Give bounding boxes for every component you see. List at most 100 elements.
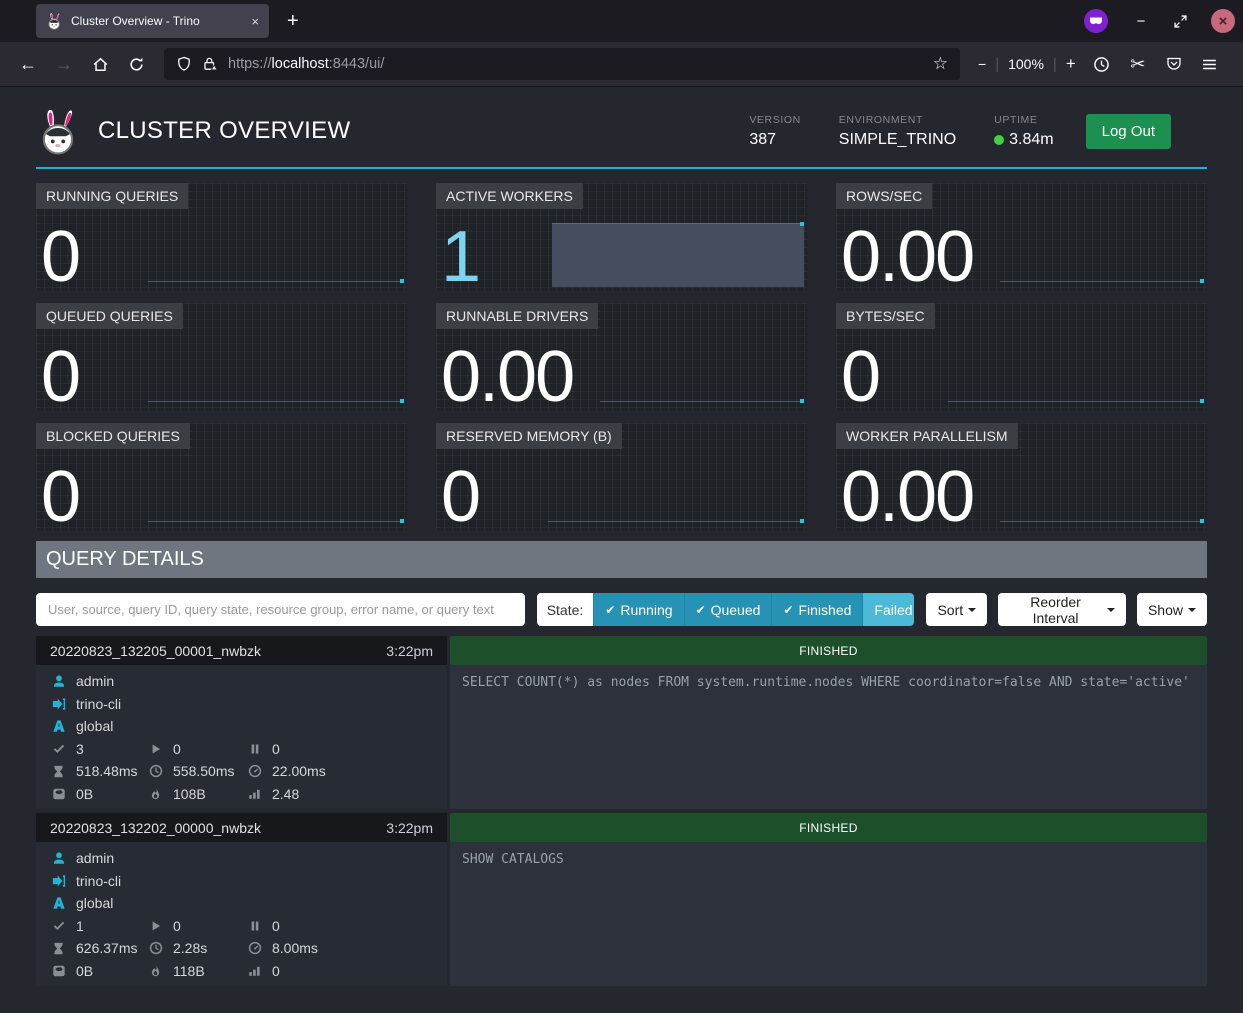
- stat-label: BLOCKED QUERIES: [36, 423, 190, 449]
- stat-sparkline: [600, 401, 804, 402]
- tab-close-icon[interactable]: ×: [251, 14, 259, 29]
- new-tab-button[interactable]: +: [287, 10, 299, 33]
- query-id-link[interactable]: 20220823_132205_00001_nwbzk: [50, 643, 261, 659]
- environment-label: ENVIRONMENT: [839, 114, 956, 126]
- privacy-mask-extension-icon[interactable]: [1084, 9, 1108, 33]
- logout-button[interactable]: Log Out: [1086, 114, 1171, 149]
- query-time: 3:22pm: [386, 643, 433, 659]
- browser-titlebar: Cluster Overview - Trino × + − ×: [0, 0, 1243, 42]
- bookmark-star-icon[interactable]: ☆: [933, 54, 948, 74]
- check-icon: ✔: [783, 603, 793, 617]
- separator: |: [1053, 56, 1057, 73]
- user-icon: [50, 674, 67, 688]
- state-filter-finished[interactable]: ✔ Finished: [771, 593, 862, 626]
- check-icon: ✔: [605, 603, 615, 617]
- sort-dropdown[interactable]: Sort: [926, 593, 987, 626]
- zoom-out-button[interactable]: −: [978, 56, 986, 72]
- close-window-button[interactable]: ×: [1211, 9, 1235, 33]
- version-label: VERSION: [749, 114, 800, 126]
- screenshot-scissors-icon[interactable]: ✂: [1122, 48, 1154, 80]
- query-time: 3:22pm: [386, 820, 433, 836]
- uptime-block: UPTIME 3.84m: [994, 114, 1053, 149]
- query-info-panel: admin trino-cli global: [36, 842, 447, 986]
- state-running-label: Running: [620, 602, 672, 618]
- running-splits-play-icon: [147, 920, 164, 932]
- queued-splits-pause-icon: [246, 920, 263, 932]
- stat-value: 1: [441, 223, 479, 291]
- wall-time-value: 626.37ms: [76, 940, 137, 956]
- completed-splits-value: 1: [76, 918, 84, 934]
- state-finished-label: Finished: [798, 602, 851, 618]
- home-button[interactable]: [84, 48, 116, 80]
- zoom-in-button[interactable]: +: [1066, 54, 1076, 74]
- running-splits-play-icon: [147, 743, 164, 755]
- environment-value: SIMPLE_TRINO: [839, 131, 956, 149]
- cluster-header: CLUSTER OVERVIEW VERSION 387 ENVIRONMENT…: [36, 87, 1207, 169]
- stat-sparkline: [1000, 281, 1204, 282]
- stat-label: RUNNABLE DRIVERS: [436, 303, 598, 329]
- stat-label: QUEUED QUERIES: [36, 303, 183, 329]
- user-icon: [50, 851, 67, 865]
- tracking-shield-icon[interactable]: [176, 56, 192, 72]
- browser-navbar: ← → https://localhost:8443/ui/ ☆ − | 100…: [0, 42, 1243, 87]
- zoom-level[interactable]: 100%: [1008, 56, 1044, 72]
- current-memory-value: 0B: [76, 786, 93, 802]
- tab-title: Cluster Overview - Trino: [71, 14, 243, 28]
- history-clock-icon[interactable]: [1086, 48, 1118, 80]
- restore-window-button[interactable]: [1174, 15, 1187, 28]
- pocket-icon[interactable]: [1158, 48, 1190, 80]
- stat-card: RESERVED MEMORY (B) 0: [436, 423, 807, 531]
- stat-value: 0: [441, 463, 479, 531]
- peak-memory-flame-icon: [147, 964, 164, 977]
- query-status-badge: FINISHED: [450, 636, 1207, 665]
- stat-card: BLOCKED QUERIES 0: [36, 423, 407, 531]
- back-button[interactable]: ←: [12, 48, 44, 80]
- query-resource-group: global: [76, 895, 113, 911]
- url-text[interactable]: https://localhost:8443/ui/: [228, 56, 384, 72]
- url-scheme: https://: [228, 56, 272, 72]
- cpu-time-clock-icon: [147, 941, 164, 955]
- minimize-button[interactable]: −: [1132, 13, 1150, 30]
- query-sql-text: SELECT COUNT(*) as nodes FROM system.run…: [450, 665, 1207, 809]
- query-id-bar: 20220823_132202_00000_nwbzk 3:22pm: [36, 813, 447, 842]
- stat-value: 0: [841, 343, 879, 411]
- peak-memory-flame-icon: [147, 787, 164, 800]
- query-search-input[interactable]: [36, 593, 525, 626]
- stat-value: 0.00: [841, 463, 973, 531]
- stat-value: 0: [41, 223, 79, 291]
- completed-splits-check-icon: [50, 742, 67, 756]
- menu-hamburger-icon[interactable]: [1194, 48, 1226, 80]
- browser-tab[interactable]: Cluster Overview - Trino ×: [36, 4, 269, 38]
- stat-sparkline: [148, 521, 404, 522]
- query-id-link[interactable]: 20220823_132202_00000_nwbzk: [50, 820, 261, 836]
- reorder-interval-dropdown[interactable]: Reorder Interval: [998, 593, 1126, 626]
- stat-label: ROWS/SEC: [836, 183, 932, 209]
- blocked-time-value: 8.00ms: [272, 940, 318, 956]
- cpu-time-clock-icon: [147, 764, 164, 778]
- uptime-label: UPTIME: [994, 114, 1053, 126]
- url-bar[interactable]: https://localhost:8443/ui/ ☆: [164, 48, 960, 80]
- stat-label: WORKER PARALLELISM: [836, 423, 1018, 449]
- lock-warning-icon[interactable]: [202, 56, 218, 72]
- chevron-down-icon: [1188, 608, 1196, 612]
- stats-grid: RUNNING QUERIES 0 ACTIVE WORKERS 1 ROWS/…: [36, 183, 1207, 531]
- query-user: admin: [76, 673, 114, 689]
- state-filter-failed-dropdown[interactable]: Failed: [862, 593, 914, 626]
- trino-favicon-icon: [46, 12, 63, 30]
- cumulative-chart-icon: [246, 964, 263, 977]
- state-filter-queued[interactable]: ✔ Queued: [684, 593, 772, 626]
- query-source: trino-cli: [76, 696, 121, 712]
- reload-button[interactable]: [120, 48, 152, 80]
- queued-splits-value: 0: [272, 741, 280, 757]
- sparkline-dot: [1200, 279, 1204, 283]
- stat-sparkline: [1000, 521, 1204, 522]
- query-user: admin: [76, 850, 114, 866]
- state-filter-running[interactable]: ✔ Running: [593, 593, 683, 626]
- blocked-time-value: 22.00ms: [272, 763, 326, 779]
- cumulative-value: 0: [272, 963, 280, 979]
- cpu-time-value: 558.50ms: [173, 763, 234, 779]
- queued-splits-pause-icon: [246, 743, 263, 755]
- show-dropdown[interactable]: Show: [1137, 593, 1207, 626]
- current-memory-icon: [50, 787, 67, 801]
- stat-sparkline-fill: [552, 223, 804, 287]
